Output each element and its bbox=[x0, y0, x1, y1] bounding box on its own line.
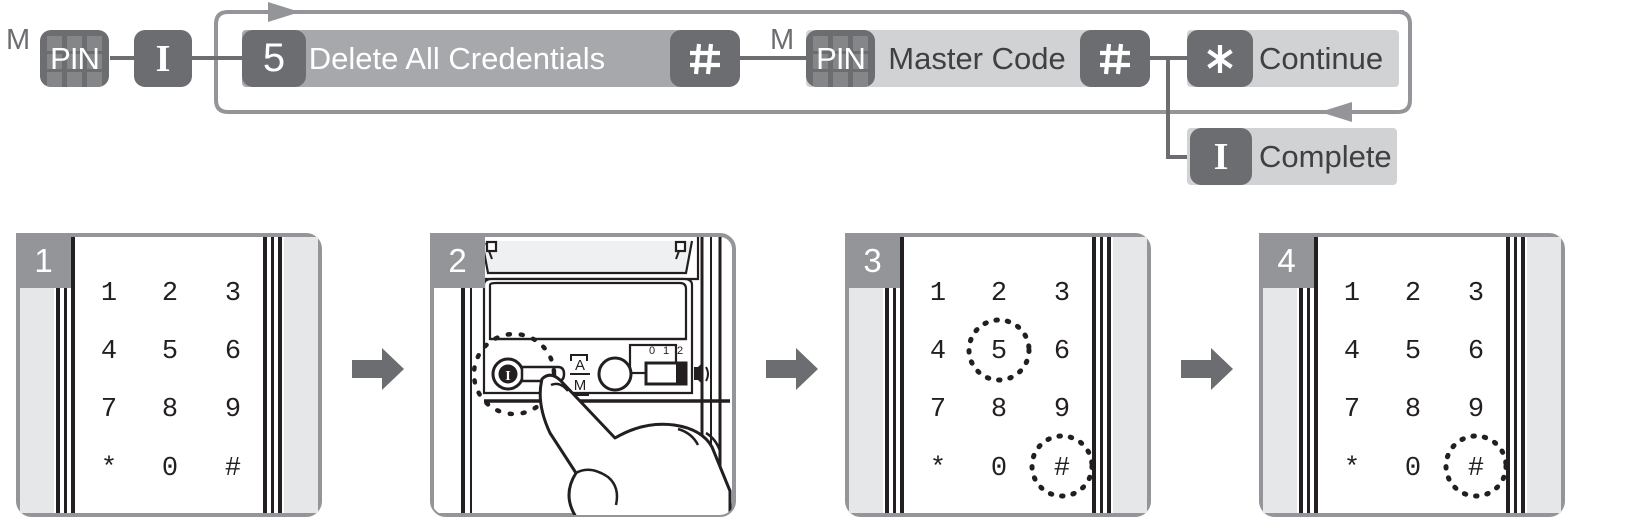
svg-text:*: * bbox=[1344, 454, 1360, 484]
hash-icon-2 bbox=[1100, 43, 1130, 74]
pin-badge-2-label: PIN bbox=[816, 40, 866, 76]
arrow-right-icon-2 bbox=[766, 348, 818, 390]
step-arrow-2 bbox=[766, 348, 818, 390]
hash-icon-1 bbox=[690, 43, 720, 74]
svg-text:8: 8 bbox=[1405, 395, 1421, 425]
svg-text:2: 2 bbox=[1405, 279, 1421, 309]
svg-text:4: 4 bbox=[930, 337, 946, 367]
svg-text:0: 0 bbox=[991, 454, 1007, 484]
delete-all-credentials-label: Delete All Credentials bbox=[308, 40, 606, 76]
step-arrow-3 bbox=[1181, 348, 1233, 390]
pin-badge-1[interactable]: PIN bbox=[40, 30, 109, 87]
svg-text:5: 5 bbox=[162, 337, 178, 367]
key-badge-5[interactable]: 5 bbox=[242, 30, 306, 87]
key-badge-5-label: 5 bbox=[262, 36, 286, 80]
credential-flow-diagram: M M PIN I Delete All Credentials 5 # Mas… bbox=[0, 0, 1637, 200]
step-number-1: 1 bbox=[16, 233, 71, 288]
step-panel-1: 1 2 3 4 5 6 7 8 9 * 0 # 1 bbox=[16, 233, 322, 517]
svg-text:7: 7 bbox=[1344, 395, 1360, 425]
step-number-2: 2 bbox=[430, 233, 485, 288]
arrow-right-icon-3 bbox=[1181, 348, 1233, 390]
master-code-label: Master Code bbox=[888, 40, 1066, 76]
svg-text:8: 8 bbox=[991, 395, 1007, 425]
svg-text:#: # bbox=[225, 454, 241, 484]
enter-key-badge-1-label: I bbox=[155, 37, 171, 80]
step-panel-4: 1 2 3 4 5 6 7 8 9 * 0 # 4 bbox=[1259, 233, 1565, 517]
step-arrow-1 bbox=[352, 348, 404, 390]
step-number-4: 4 bbox=[1259, 233, 1314, 288]
svg-text:6: 6 bbox=[225, 337, 241, 367]
svg-text:5: 5 bbox=[1405, 337, 1421, 367]
svg-text:3: 3 bbox=[1468, 279, 1484, 309]
svg-text:3: 3 bbox=[1054, 279, 1070, 309]
svg-text:I: I bbox=[505, 369, 510, 384]
master-mode-annotation-2: M bbox=[770, 24, 794, 56]
svg-text:0: 0 bbox=[162, 454, 178, 484]
svg-text:4: 4 bbox=[1344, 337, 1360, 367]
svg-text:9: 9 bbox=[1054, 395, 1070, 425]
svg-text:8: 8 bbox=[162, 395, 178, 425]
pin-badge-2[interactable]: PIN bbox=[806, 30, 875, 87]
svg-text:7: 7 bbox=[101, 395, 117, 425]
step-number-3: 3 bbox=[845, 233, 900, 288]
svg-text:2: 2 bbox=[677, 345, 683, 357]
svg-text:2: 2 bbox=[162, 279, 178, 309]
svg-text:A: A bbox=[575, 357, 585, 374]
step-panel-2: I A M 0 1 2 2 bbox=[430, 233, 736, 517]
svg-text:6: 6 bbox=[1054, 337, 1070, 367]
svg-text:1: 1 bbox=[101, 279, 117, 309]
svg-text:1: 1 bbox=[930, 279, 946, 309]
svg-text:#: # bbox=[1054, 454, 1070, 484]
svg-text:1: 1 bbox=[663, 345, 669, 357]
svg-text:2: 2 bbox=[991, 279, 1007, 309]
loop-top-arrowhead-icon bbox=[268, 2, 300, 22]
svg-text:M: M bbox=[574, 377, 587, 394]
svg-text:*: * bbox=[101, 454, 117, 484]
star-key-badge[interactable]: * bbox=[1187, 30, 1253, 87]
svg-text:0: 0 bbox=[649, 345, 655, 357]
svg-text:0: 0 bbox=[1405, 454, 1421, 484]
pin-badge-1-label: PIN bbox=[50, 40, 100, 76]
hash-key-badge-2[interactable]: # bbox=[1080, 30, 1150, 87]
svg-text:1: 1 bbox=[1344, 279, 1360, 309]
enter-key-badge-2[interactable]: I bbox=[1190, 128, 1252, 185]
arrow-right-icon-1 bbox=[352, 348, 404, 390]
delete-all-credentials-bar: Delete All Credentials bbox=[242, 30, 708, 87]
svg-text:4: 4 bbox=[101, 337, 117, 367]
svg-text:7: 7 bbox=[930, 395, 946, 425]
hash-key-badge-1[interactable]: # bbox=[670, 30, 740, 87]
svg-text:*: * bbox=[930, 454, 946, 484]
svg-text:9: 9 bbox=[225, 395, 241, 425]
svg-text:9: 9 bbox=[1468, 395, 1484, 425]
master-mode-annotation-1: M bbox=[6, 24, 30, 56]
enter-key-badge-2-label: I bbox=[1213, 135, 1229, 178]
asterisk-icon bbox=[1207, 44, 1233, 73]
connector-hash-branch bbox=[1150, 56, 1190, 159]
svg-text:6: 6 bbox=[1468, 337, 1484, 367]
svg-text:3: 3 bbox=[225, 279, 241, 309]
step-panel-3: 1 2 3 4 5 6 7 8 9 * 0 # 3 bbox=[845, 233, 1151, 517]
svg-text:5: 5 bbox=[991, 337, 1007, 367]
svg-text:#: # bbox=[1468, 454, 1484, 484]
enter-key-badge-1[interactable]: I bbox=[134, 30, 192, 87]
